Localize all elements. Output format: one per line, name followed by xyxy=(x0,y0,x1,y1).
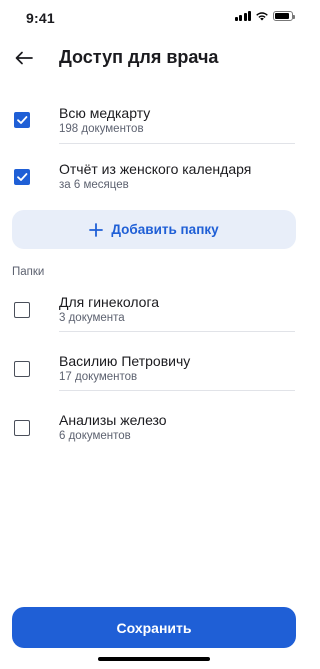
status-bar: 9:41 xyxy=(0,0,307,38)
divider xyxy=(59,390,295,391)
list-item-subtitle: 198 документов xyxy=(59,123,144,135)
checkmark-icon xyxy=(17,116,28,124)
folder-item-iron-tests[interactable]: Анализы железо 6 документов xyxy=(0,406,307,452)
arrow-left-icon xyxy=(15,51,33,65)
checkmark-icon xyxy=(17,173,28,181)
checkbox-full-record[interactable] xyxy=(14,112,30,128)
access-item-calendar-report[interactable]: Отчёт из женского календаря за 6 месяцев xyxy=(0,156,307,202)
checkbox-folder-gynecologist[interactable] xyxy=(14,302,30,318)
save-button-label: Сохранить xyxy=(116,619,192,636)
cellular-signal-icon xyxy=(234,11,251,21)
checkbox-folder-vasily[interactable] xyxy=(14,361,30,377)
battery-icon xyxy=(273,11,295,21)
divider xyxy=(59,143,295,144)
list-item-title: Для гинеколога xyxy=(59,294,160,310)
list-item-subtitle: за 6 месяцев xyxy=(59,179,129,191)
add-folder-label: Добавить папку xyxy=(111,222,219,237)
divider xyxy=(59,331,295,332)
add-folder-button[interactable]: Добавить папку xyxy=(12,210,296,249)
plus-icon xyxy=(89,222,104,237)
home-indicator xyxy=(98,657,210,661)
list-item-title: Отчёт из женского календаря xyxy=(59,161,252,177)
list-item-title: Анализы железо xyxy=(59,412,167,428)
section-label-folders: Папки xyxy=(12,266,45,278)
folder-item-gynecologist[interactable]: Для гинеколога 3 документа xyxy=(0,288,307,334)
checkbox-folder-iron-tests[interactable] xyxy=(14,420,30,436)
checkbox-calendar-report[interactable] xyxy=(14,169,30,185)
status-icons xyxy=(234,11,295,21)
wifi-icon xyxy=(256,12,268,21)
back-button[interactable] xyxy=(12,46,36,70)
list-item-subtitle: 6 документов xyxy=(59,430,131,442)
folder-item-vasily[interactable]: Василию Петровичу 17 документов xyxy=(0,347,307,393)
status-time: 9:41 xyxy=(26,10,55,26)
list-item-title: Всю медкарту xyxy=(59,105,151,121)
save-button[interactable]: Сохранить xyxy=(12,607,296,648)
access-item-full-record[interactable]: Всю медкарту 198 документов xyxy=(0,100,307,146)
list-item-subtitle: 17 документов xyxy=(59,371,138,383)
header: Доступ для врача xyxy=(0,44,307,74)
list-item-title: Василию Петровичу xyxy=(59,353,191,369)
list-item-subtitle: 3 документа xyxy=(59,312,125,324)
page-title: Доступ для врача xyxy=(59,47,219,67)
